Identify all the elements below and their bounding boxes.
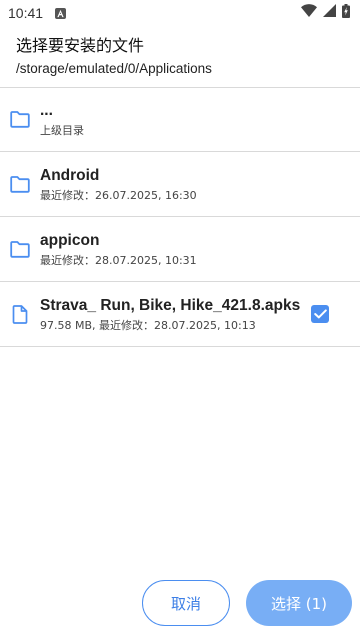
battery-charging-icon (342, 3, 350, 23)
cancel-button[interactable]: 取消 (142, 580, 230, 626)
select-button[interactable]: 选择 (1) (246, 580, 352, 626)
list-item-text: appicon 最近修改：28.07.2025, 10:31 (40, 231, 308, 268)
file-icon (10, 304, 30, 324)
list-item-text: Android 最近修改：26.07.2025, 16:30 (40, 166, 308, 203)
status-bar: 10:41 (0, 0, 360, 26)
list-item-text: Strava_ Run, Bike, Hike_421.8.apks 97.58… (40, 296, 308, 333)
folder-icon (10, 239, 30, 259)
folder-icon (10, 110, 30, 130)
file-name: Android (40, 166, 100, 184)
file-meta: 97.58 MB, 最近修改：28.07.2025, 10:13 (40, 318, 256, 332)
dialog-header: 选择要安装的文件 /storage/emulated/0/Application… (0, 26, 360, 88)
list-item-text: ... 上级目录 (40, 101, 308, 138)
file-meta: 最近修改：28.07.2025, 10:31 (40, 253, 197, 267)
current-path: /storage/emulated/0/Applications (16, 61, 212, 76)
file-meta: 上级目录 (40, 124, 84, 137)
list-item-parent-directory[interactable]: ... 上级目录 (0, 88, 360, 152)
file-name: appicon (40, 231, 100, 249)
list-item-strava-apks[interactable]: Strava_ Run, Bike, Hike_421.8.apks 97.58… (0, 282, 360, 347)
list-item-appicon[interactable]: appicon 最近修改：28.07.2025, 10:31 (0, 217, 360, 282)
list-item-android[interactable]: Android 最近修改：26.07.2025, 16:30 (0, 152, 360, 217)
wifi-icon (301, 4, 317, 22)
cellular-signal-icon (323, 4, 336, 22)
status-left: 10:41 (8, 5, 67, 21)
notification-a-icon (55, 7, 67, 19)
status-right (301, 3, 350, 23)
checkbox-checked-icon[interactable] (311, 305, 329, 323)
file-meta: 最近修改：26.07.2025, 16:30 (40, 188, 197, 202)
file-name: Strava_ Run, Bike, Hike_421.8.apks (40, 296, 301, 314)
folder-icon (10, 174, 30, 194)
status-time: 10:41 (8, 5, 44, 21)
file-name: ... (40, 102, 53, 119)
file-list: ... 上级目录 Android 最近修改：26.07.2025, 16:30 … (0, 88, 360, 347)
dialog-title: 选择要安装的文件 (16, 36, 145, 55)
